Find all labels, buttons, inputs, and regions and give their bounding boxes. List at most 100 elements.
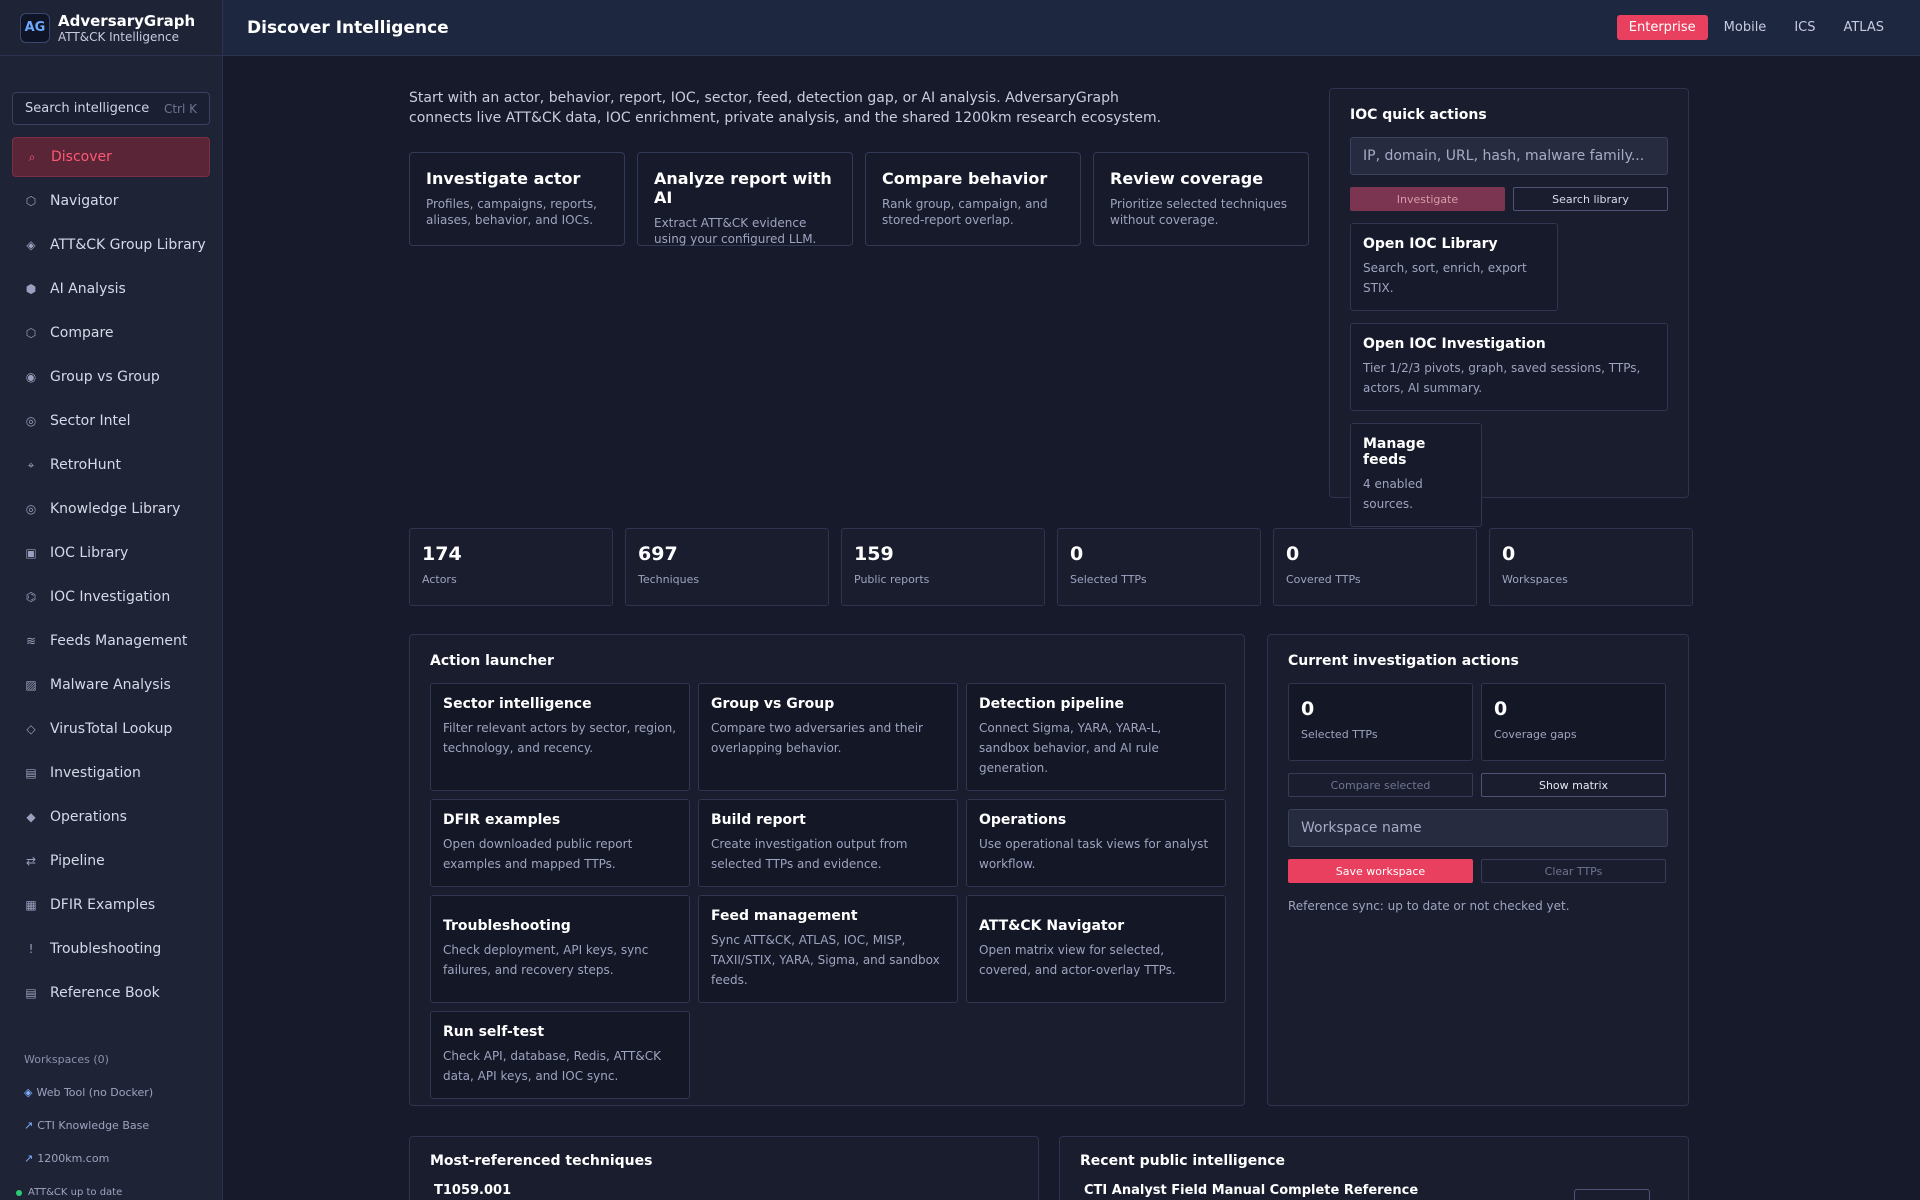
sidebar-item-investigation[interactable]: ▤ Investigation [12, 753, 210, 793]
launcher-group-vs-group[interactable]: Group vs Group Compare two adversaries an… [698, 683, 958, 791]
current-stat-coverage-gaps: 0 Coverage gaps [1481, 683, 1666, 761]
investigate-button[interactable]: Investigate [1350, 187, 1505, 211]
hexagon-icon: ⬡ [25, 194, 37, 208]
card-desc: Rank group, campaign, and stored-report … [882, 197, 1048, 227]
sidebar-item-group-vs-group[interactable]: ◉ Group vs Group [12, 357, 210, 397]
env-atlas[interactable]: ATLAS [1831, 15, 1896, 40]
sidebar-item-label: DFIR Examples [50, 897, 156, 913]
external-link-label: CTI Knowledge Base [37, 1119, 150, 1132]
launcher-dfir-examples[interactable]: DFIR examples Open downloaded public repo… [430, 799, 690, 887]
sidebar-item-ioc-investigation[interactable]: ⌬ IOC Investigation [12, 577, 210, 617]
compare-selected-button[interactable]: Compare selected [1288, 773, 1473, 797]
card-title: Investigate actor [426, 169, 581, 188]
launcher-card-title: Sector intelligence [443, 696, 592, 712]
env-switcher: Enterprise Mobile ICS ATLAS [1616, 15, 1896, 40]
env-enterprise[interactable]: Enterprise [1616, 15, 1708, 40]
sidebar-item-label: Navigator [50, 193, 119, 209]
sidebar-item-compare[interactable]: ⬡ Compare [12, 313, 210, 353]
stat-covered-ttps: 0 Covered TTPs [1273, 528, 1477, 606]
mini-card-desc: 4 enabled sources. [1363, 477, 1423, 511]
sidebar-item-dfir-examples[interactable]: ▦ DFIR Examples [12, 885, 210, 925]
sidebar-item-troubleshooting[interactable]: ! Troubleshooting [12, 929, 210, 969]
save-workspace-button[interactable]: Save workspace [1288, 859, 1473, 883]
sidebar-item-group-library[interactable]: ◈ ATT&CK Group Library [12, 225, 210, 265]
external-link-1200km[interactable]: ↗ 1200km.com [24, 1152, 222, 1165]
brand-subtitle: ATT&CK Intelligence [58, 29, 179, 44]
env-mobile[interactable]: Mobile [1712, 15, 1779, 40]
env-ics[interactable]: ICS [1782, 15, 1827, 40]
sidebar-item-virustotal[interactable]: ◇ VirusTotal Lookup [12, 709, 210, 749]
card-compare-behavior[interactable]: Compare behavior Rank group, campaign, an… [865, 152, 1081, 246]
main: Discover Intelligence Enterprise Mobile … [223, 0, 1920, 1200]
external-link-web-tool[interactable]: ◈ Web Tool (no Docker) [24, 1086, 222, 1099]
sidebar-item-label: AI Analysis [50, 281, 126, 297]
intel-item-button[interactable] [1574, 1189, 1650, 1200]
recent-intel-title: Recent public intelligence [1080, 1153, 1286, 1169]
search-input[interactable]: Search intelligence Ctrl K [12, 92, 210, 125]
stats-row: 174 Actors 697 Techniques 159 Public report… [409, 528, 1693, 606]
sidebar-item-discover[interactable]: ⌕ Discover [12, 137, 210, 177]
sidebar-item-label: RetroHunt [50, 457, 121, 473]
open-ioc-library-card[interactable]: Open IOC Library Search, sort, enrich, ex… [1350, 223, 1558, 311]
technique-item[interactable]: T1059.001 [430, 1183, 1018, 1198]
launcher-detection-pipeline[interactable]: Detection pipeline Connect Sigma, YARA, Y… [966, 683, 1226, 791]
launcher-card-title: Feed management [711, 908, 858, 924]
sidebar-item-knowledge-library[interactable]: ◎ Knowledge Library [12, 489, 210, 529]
status-text: ATT&CK up to date [28, 1187, 123, 1198]
search-library-button[interactable]: Search library [1513, 187, 1668, 211]
launcher-card-title: Run self-test [443, 1024, 545, 1040]
workspace-name-input[interactable]: Workspace name [1288, 809, 1668, 847]
sidebar-item-malware-analysis[interactable]: ▨ Malware Analysis [12, 665, 210, 705]
card-investigate-actor[interactable]: Investigate actor Profiles, campaigns, re… [409, 152, 625, 246]
workspaces-label[interactable]: Workspaces (0) [24, 1053, 222, 1066]
launcher-attack-navigator[interactable]: ATT&CK Navigator Open matrix view for sel… [966, 895, 1226, 1003]
action-launcher: Action launcher Sector intelligence Filte… [409, 634, 1245, 1106]
open-ioc-investigation-card[interactable]: Open IOC Investigation Tier 1/2/3 pivots,… [1350, 323, 1668, 411]
external-link-cti-kb[interactable]: ↗ CTI Knowledge Base [24, 1119, 222, 1132]
launcher-operations[interactable]: Operations Use operational task views for… [966, 799, 1226, 887]
launcher-build-report[interactable]: Build report Create investigation output … [698, 799, 958, 887]
sidebar-item-ai-analysis[interactable]: ⬢ AI Analysis [12, 269, 210, 309]
sidebar-item-navigator[interactable]: ⬡ Navigator [12, 181, 210, 221]
launcher-run-self-test[interactable]: Run self-test Check API, database, Redis,… [430, 1011, 690, 1099]
stat-value: 159 [854, 543, 894, 565]
card-analyze-report[interactable]: Analyze report with AI Extract ATT&CK evi… [637, 152, 853, 246]
sidebar-item-retrohunt[interactable]: ⌖ RetroHunt [12, 445, 210, 485]
most-referenced-techniques: Most-referenced techniques T1059.001 [409, 1136, 1039, 1200]
external-link-label: Web Tool (no Docker) [36, 1086, 154, 1099]
mini-card-desc: Search, sort, enrich, export STIX. [1363, 261, 1527, 295]
sidebar-item-feeds-management[interactable]: ≋ Feeds Management [12, 621, 210, 661]
stat-value: 0 [1070, 543, 1084, 565]
ioc-input[interactable]: IP, domain, URL, hash, malware family... [1350, 137, 1668, 175]
search-shortcut: Ctrl K [163, 101, 197, 116]
clear-ttps-button[interactable]: Clear TTPs [1481, 859, 1666, 883]
stat-workspaces: 0 Workspaces [1489, 528, 1693, 606]
launcher-card-title: Group vs Group [711, 696, 835, 712]
sync-status: ATT&CK up to date [16, 1187, 122, 1198]
launcher-troubleshooting[interactable]: Troubleshooting Check deployment, API key… [430, 895, 690, 1003]
launcher-card-title: ATT&CK Navigator [979, 918, 1125, 934]
virustotal-icon: ◇ [26, 722, 36, 736]
sidebar-item-label: Reference Book [50, 985, 160, 1001]
intro-text: Start with an actor, behavior, report, I… [409, 90, 1162, 126]
sidebar-item-ioc-library[interactable]: ▣ IOC Library [12, 533, 210, 573]
sidebar-item-reference-book[interactable]: ▤ Reference Book [12, 973, 210, 1013]
launcher-title: Action launcher [430, 653, 554, 669]
card-review-coverage[interactable]: Review coverage Prioritize selected techn… [1093, 152, 1309, 246]
sidebar-item-pipeline[interactable]: ⇄ Pipeline [12, 841, 210, 881]
launcher-card-desc: Compare two adversaries and their overla… [711, 721, 923, 755]
sidebar: AG AdversaryGraph ATT&CK Intelligence Se… [0, 0, 223, 1200]
stat-value: 0 [1502, 543, 1516, 565]
show-matrix-button[interactable]: Show matrix [1481, 773, 1666, 797]
launcher-sector-intelligence[interactable]: Sector intelligence Filter relevant actor… [430, 683, 690, 791]
launcher-feed-management[interactable]: Feed management Sync ATT&CK, ATLAS, IOC, … [698, 895, 958, 1003]
grid-icon: ▦ [25, 898, 37, 912]
stat-actors: 174 Actors [409, 528, 613, 606]
manage-feeds-card[interactable]: Manage feeds 4 enabled sources. [1350, 423, 1482, 527]
sidebar-item-operations[interactable]: ◆ Operations [12, 797, 210, 837]
brand[interactable]: AG AdversaryGraph ATT&CK Intelligence [0, 0, 222, 56]
launcher-card-title: DFIR examples [443, 812, 561, 828]
sidebar-item-sector-intel[interactable]: ◎ Sector Intel [12, 401, 210, 441]
card-title: Review coverage [1110, 169, 1264, 188]
stat-selected-ttps: 0 Selected TTPs [1057, 528, 1261, 606]
